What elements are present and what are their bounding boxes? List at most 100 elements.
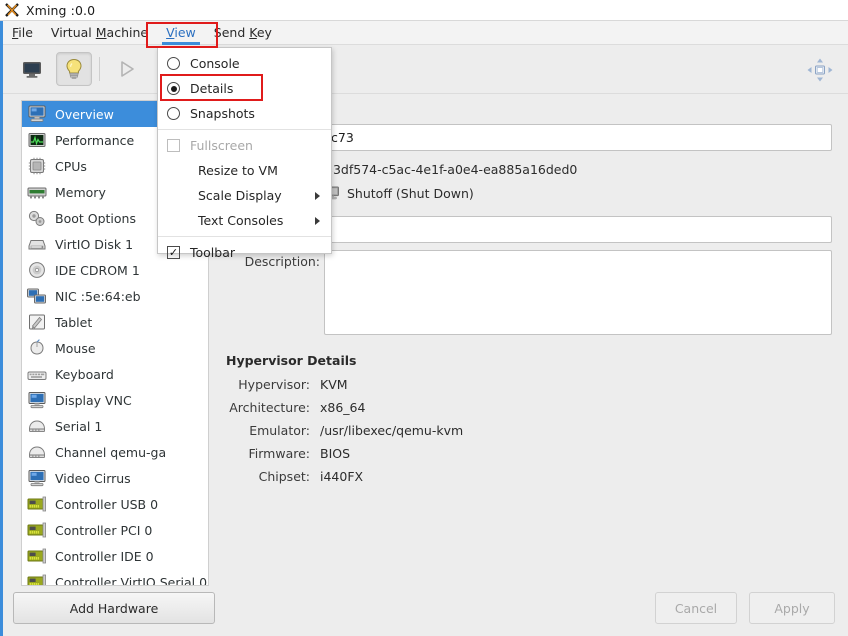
cpu-icon xyxy=(26,156,48,176)
menu-send-key[interactable]: Send Key xyxy=(205,21,281,45)
sidebar-item-tablet[interactable]: Tablet xyxy=(22,309,208,335)
fullscreen-resize-icon[interactable] xyxy=(806,57,834,83)
sidebar-item-label: Controller USB 0 xyxy=(55,496,159,512)
window-title: Xming :0.0 xyxy=(26,2,96,18)
show-console-button[interactable] xyxy=(14,52,50,86)
virt-manager-window: Xming :0.0 File Virtual Machine View Sen… xyxy=(0,0,848,636)
lightbulb-icon xyxy=(64,58,84,80)
vm-description-textarea[interactable] xyxy=(324,250,832,335)
menu-item-console[interactable]: Console xyxy=(158,51,331,76)
tablet-icon xyxy=(26,312,48,332)
sidebar-item-label: NIC :5e:64:eb xyxy=(55,288,141,304)
hypervisor-value: KVM xyxy=(320,377,348,392)
monitor-icon xyxy=(21,60,43,79)
toolbar xyxy=(3,45,848,94)
sidebar-item-label: Channel qemu-ga xyxy=(55,444,167,460)
sidebar-item-label: Video Cirrus xyxy=(55,470,131,486)
menu-file[interactable]: File xyxy=(3,21,42,45)
sidebar-item-display-vnc[interactable]: Display VNC xyxy=(22,387,208,413)
radio-checked-icon xyxy=(167,82,180,95)
firmware-value: BIOS xyxy=(320,446,351,461)
vm-status-value: Shutoff (Shut Down) xyxy=(347,185,474,201)
menu-item-toolbar[interactable]: ✓ Toolbar xyxy=(158,240,331,265)
sidebar-item-label: Tablet xyxy=(55,314,93,330)
sidebar-item-label: Controller IDE 0 xyxy=(55,548,154,564)
sidebar-item-controller-ide-0[interactable]: Controller IDE 0 xyxy=(22,543,208,569)
emulator-value: /usr/libexec/qemu-kvm xyxy=(320,423,464,438)
menu-virtual-machine[interactable]: Virtual Machine xyxy=(42,21,157,45)
menu-item-text-consoles[interactable]: Text Consoles xyxy=(158,208,331,233)
chevron-right-icon xyxy=(315,191,320,200)
menu-item-label: Resize to VM xyxy=(198,163,278,178)
sidebar-item-label: Mouse xyxy=(55,340,96,356)
monitor-icon xyxy=(26,104,48,124)
menu-item-scale-display[interactable]: Scale Display xyxy=(158,183,331,208)
sidebar-item-channel-qemu-ga[interactable]: Channel qemu-ga xyxy=(22,439,208,465)
menu-separator xyxy=(158,129,331,130)
cancel-button[interactable]: Cancel xyxy=(655,592,737,624)
sidebar-item-label: Controller VirtIO Serial 0 xyxy=(55,574,208,586)
mouse-icon xyxy=(26,338,48,358)
vm-name-input[interactable]: c73 xyxy=(324,124,832,151)
network-icon xyxy=(26,286,48,306)
sidebar-item-nic[interactable]: NIC :5e:64:eb xyxy=(22,283,208,309)
controller-icon xyxy=(26,546,48,566)
menu-item-resize-to-vm[interactable]: Resize to VM xyxy=(158,158,331,183)
sidebar-item-label: Serial 1 xyxy=(55,418,103,434)
menubar: File Virtual Machine View Send Key xyxy=(3,21,848,45)
add-hardware-label: Add Hardware xyxy=(69,600,159,616)
sidebar-item-controller-pci-0[interactable]: Controller PCI 0 xyxy=(22,517,208,543)
channel-icon xyxy=(26,442,48,462)
toolbar-separator xyxy=(99,57,100,81)
vm-uuid-value: 83df574-c5ac-4e1f-a0e4-ea885a16ded0 xyxy=(325,162,578,177)
menu-item-fullscreen[interactable]: Fullscreen xyxy=(158,133,331,158)
apply-button[interactable]: Apply xyxy=(749,592,835,624)
vm-title-input[interactable] xyxy=(324,216,832,243)
sidebar-item-keyboard[interactable]: Keyboard xyxy=(22,361,208,387)
keyboard-icon xyxy=(26,364,48,384)
serial-icon xyxy=(26,416,48,436)
menu-item-label: Snapshots xyxy=(190,106,255,121)
radio-unchecked-icon xyxy=(167,57,180,70)
show-details-button[interactable] xyxy=(56,52,92,86)
xming-x-logo-icon xyxy=(4,2,22,18)
controller-icon xyxy=(26,494,48,514)
menu-item-details[interactable]: Details xyxy=(158,76,331,101)
sidebar-item-label: CPUs xyxy=(55,158,87,174)
menu-item-label: Text Consoles xyxy=(198,213,284,228)
sidebar-item-mouse[interactable]: Mouse xyxy=(22,335,208,361)
sidebar-item-label: Boot Options xyxy=(55,210,136,226)
gears-icon xyxy=(26,208,48,228)
menu-view[interactable]: View xyxy=(157,21,205,45)
run-vm-button[interactable] xyxy=(109,52,145,86)
controller-icon xyxy=(26,572,48,585)
chipset-value: i440FX xyxy=(320,469,364,484)
chevron-right-icon xyxy=(315,216,320,225)
menu-item-snapshots[interactable]: Snapshots xyxy=(158,101,331,126)
checkbox-checked-icon: ✓ xyxy=(167,246,180,259)
display-icon xyxy=(26,468,48,488)
emulator-label: Emulator: xyxy=(249,423,310,438)
sidebar-item-label: VirtIO Disk 1 xyxy=(55,236,134,252)
radio-unchecked-icon xyxy=(167,107,180,120)
menu-item-label: Toolbar xyxy=(190,245,236,260)
cancel-label: Cancel xyxy=(674,600,718,616)
disk-icon xyxy=(26,234,48,254)
sidebar-item-controller-virtio-serial-0[interactable]: Controller VirtIO Serial 0 xyxy=(22,569,208,586)
window-left-accent xyxy=(0,21,3,636)
menu-item-label: Fullscreen xyxy=(190,138,253,153)
graph-icon xyxy=(26,130,48,150)
add-hardware-button[interactable]: Add Hardware xyxy=(13,592,215,624)
view-dropdown-menu[interactable]: Console Details Snapshots Fullscreen Res… xyxy=(157,47,332,260)
sidebar-item-video-cirrus[interactable]: Video Cirrus xyxy=(22,465,208,491)
sidebar-item-label: IDE CDROM 1 xyxy=(55,262,140,278)
hypervisor-label: Hypervisor: xyxy=(238,377,310,392)
controller-icon xyxy=(26,520,48,540)
window-titlebar: Xming :0.0 xyxy=(0,0,848,21)
sidebar-item-label: Keyboard xyxy=(55,366,114,382)
sidebar-item-serial-1[interactable]: Serial 1 xyxy=(22,413,208,439)
apply-label: Apply xyxy=(774,600,810,616)
menu-item-label: Scale Display xyxy=(198,188,282,203)
menu-item-label: Details xyxy=(190,81,234,96)
sidebar-item-controller-usb-0[interactable]: Controller USB 0 xyxy=(22,491,208,517)
